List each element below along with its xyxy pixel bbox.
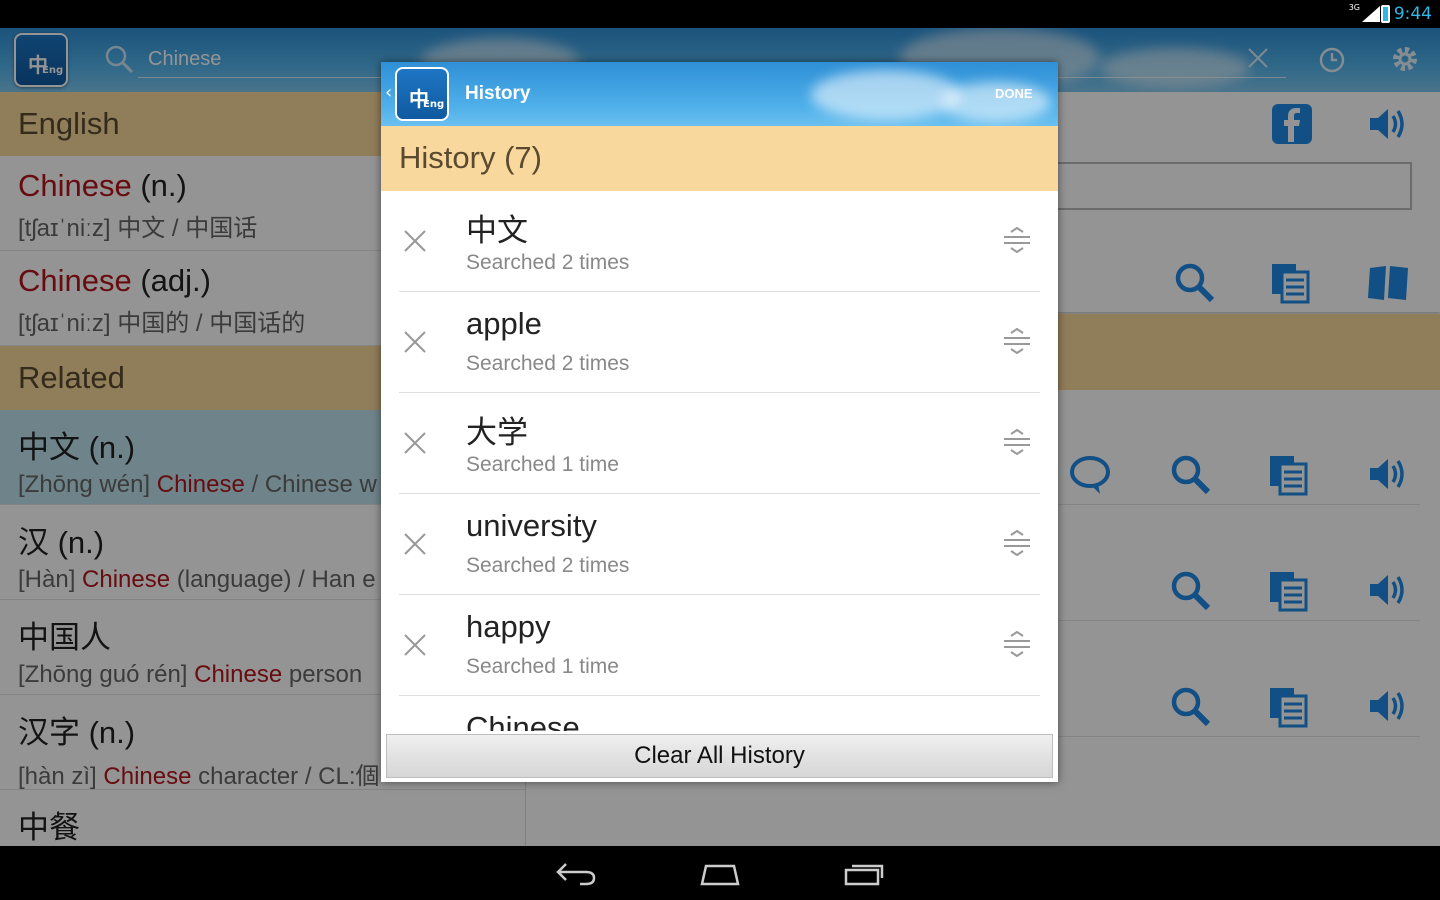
history-term: happy	[466, 609, 551, 644]
search-count: Searched 1 time	[466, 655, 619, 678]
battery-icon	[1381, 5, 1390, 23]
history-term: university	[466, 508, 597, 543]
history-item[interactable]: university Searched 2 times	[399, 494, 1040, 595]
drag-handle-icon[interactable]	[1003, 429, 1031, 455]
status-bar: 3G 9:44	[0, 0, 1440, 28]
remove-icon[interactable]	[403, 532, 427, 556]
drag-handle-icon[interactable]	[1003, 328, 1031, 354]
history-list[interactable]: 中文 Searched 2 times apple Searched 2 tim…	[381, 191, 1058, 731]
history-dialog: ‹ 中 Eng History DONE History (7) 中文 Sear…	[381, 62, 1058, 782]
history-term: Chinese	[466, 710, 580, 731]
home-icon[interactable]	[698, 858, 742, 888]
search-count: Searched 2 times	[466, 352, 630, 375]
signal-icon	[1362, 6, 1380, 22]
history-term: 中文	[466, 213, 528, 248]
drag-handle-icon[interactable]	[1003, 530, 1031, 556]
history-item[interactable]: 中文 Searched 2 times	[399, 191, 1040, 292]
search-count: Searched 2 times	[466, 554, 630, 577]
history-item-partial[interactable]: Chinese	[399, 696, 1040, 731]
app-logo[interactable]: 中 Eng	[395, 67, 449, 121]
remove-icon[interactable]	[403, 633, 427, 657]
history-count-header: History (7)	[381, 126, 1058, 191]
history-item[interactable]: happy Searched 1 time	[399, 595, 1040, 696]
remove-icon[interactable]	[403, 229, 427, 253]
history-term: apple	[466, 306, 542, 341]
back-chevron-icon[interactable]: ‹	[385, 82, 392, 103]
history-item[interactable]: apple Searched 2 times	[399, 292, 1040, 393]
dialog-title-bar: ‹ 中 Eng History DONE	[381, 62, 1058, 126]
network-type: 3G	[1348, 3, 1360, 12]
dialog-title: History	[465, 83, 531, 104]
recent-apps-icon[interactable]	[842, 858, 886, 888]
remove-icon[interactable]	[403, 330, 427, 354]
remove-icon[interactable]	[403, 431, 427, 455]
clear-all-history-button[interactable]: Clear All History	[386, 734, 1053, 778]
history-term: 大学	[466, 415, 528, 450]
drag-handle-icon[interactable]	[1003, 631, 1031, 657]
clock: 9:44	[1393, 4, 1432, 24]
search-count: Searched 2 times	[466, 251, 630, 274]
drag-handle-icon[interactable]	[1003, 227, 1031, 253]
system-nav-bar	[0, 846, 1440, 900]
done-button[interactable]: DONE	[995, 86, 1033, 101]
back-icon[interactable]	[554, 858, 598, 888]
history-item[interactable]: 大学 Searched 1 time	[399, 393, 1040, 494]
search-count: Searched 1 time	[466, 453, 619, 476]
